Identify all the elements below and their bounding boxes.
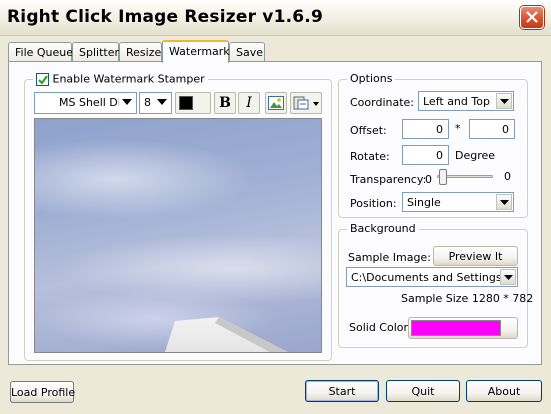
position-select[interactable]: Single: [402, 192, 514, 212]
transparency-min: 0: [425, 173, 432, 186]
text-color-button[interactable]: [175, 92, 211, 114]
position-label: Position:: [350, 197, 397, 210]
font-name-select[interactable]: MS Shell Dlg: [34, 92, 137, 114]
tab-file-queue[interactable]: File Queue: [8, 42, 73, 62]
background-legend: Background: [347, 222, 419, 235]
chevron-down-icon: [500, 269, 516, 285]
solid-color-button[interactable]: [408, 317, 518, 339]
coordinate-value: Left and Top: [423, 95, 490, 108]
sample-size-text: Sample Size 1280 * 782: [401, 292, 534, 305]
load-profile-button[interactable]: Load Profile: [10, 381, 75, 403]
rotate-label: Rotate:: [350, 150, 390, 163]
tab-save[interactable]: Save: [229, 42, 265, 62]
options-legend: Options: [347, 72, 396, 85]
transparency-max: 0: [504, 170, 511, 183]
transparency-slider[interactable]: [439, 169, 447, 185]
offset-label: Offset:: [350, 124, 387, 137]
sample-image-label: Sample Image:: [348, 251, 431, 264]
bold-button[interactable]: B: [214, 92, 236, 114]
start-button[interactable]: Start: [305, 380, 379, 402]
offset-y-field[interactable]: 0: [469, 119, 515, 139]
sample-image-path: C:\Documents and Settings\de: [351, 271, 501, 284]
solid-color-label: Solid Color:: [349, 321, 412, 334]
tab-splitter[interactable]: Splitter: [72, 42, 119, 62]
insert-image-button[interactable]: [265, 92, 287, 114]
rotate-unit-label: Degree: [455, 149, 496, 162]
italic-button[interactable]: I: [238, 92, 260, 114]
tab-watermark[interactable]: Watermark: [162, 40, 230, 63]
about-button[interactable]: About: [466, 380, 542, 402]
paste-special-icon: [293, 96, 309, 110]
text-color-swatch: [179, 96, 193, 110]
font-name-value: MS Shell Dlg: [59, 96, 128, 109]
font-size-select[interactable]: 8: [139, 92, 172, 114]
chevron-down-icon: [496, 194, 512, 210]
sample-image-path-select[interactable]: C:\Documents and Settings\de: [346, 267, 518, 287]
font-size-value: 8: [144, 96, 151, 109]
enable-watermark-checkbox[interactable]: [36, 72, 49, 86]
close-button[interactable]: [520, 6, 544, 29]
rotate-field[interactable]: 0: [402, 145, 449, 165]
tab-resize[interactable]: Resize: [119, 42, 162, 62]
offset-separator: *: [455, 122, 461, 135]
coordinate-label: Coordinate:: [350, 96, 415, 109]
solid-color-swatch: [411, 320, 501, 336]
paste-special-button[interactable]: [290, 92, 322, 114]
chevron-down-icon: [496, 93, 512, 109]
chevron-down-icon: [313, 102, 319, 106]
enable-watermark-legend: Enable Watermark Stamper: [33, 72, 208, 86]
watermark-preview-image: [34, 118, 322, 353]
offset-x-field[interactable]: 0: [402, 119, 449, 139]
picture-icon: [268, 96, 284, 110]
checkmark-icon: [38, 74, 48, 85]
chevron-down-icon: [119, 94, 135, 110]
title-bar: Right Click Image Resizer v1.6.9: [0, 0, 551, 36]
close-icon: [526, 11, 538, 23]
coordinate-select[interactable]: Left and Top: [418, 91, 514, 111]
preview-it-button[interactable]: Preview It: [433, 246, 518, 266]
position-value: Single: [407, 196, 441, 209]
window-title: Right Click Image Resizer v1.6.9: [7, 7, 323, 27]
quit-button[interactable]: Quit: [386, 380, 460, 402]
enable-watermark-label: Enable Watermark Stamper: [52, 72, 205, 86]
chevron-down-icon: [154, 94, 170, 110]
transparency-label: Transparency:: [350, 173, 427, 186]
